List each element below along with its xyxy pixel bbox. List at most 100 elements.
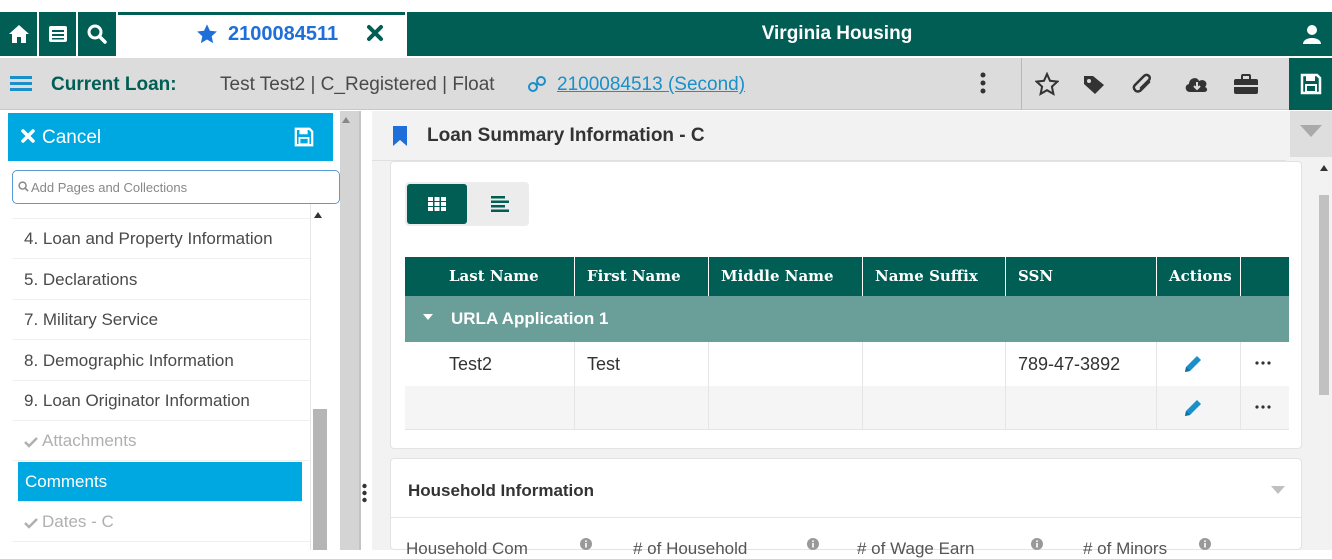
hamburger-menu-icon[interactable] [10, 72, 32, 94]
table-row[interactable] [405, 386, 1289, 430]
nav-item-financial-info[interactable]: 3. Financial Information - Real Est [12, 204, 310, 219]
cell-ssn: 789-47-3892 [1006, 342, 1157, 386]
info-icon[interactable] [580, 538, 592, 550]
briefcase-icon[interactable] [1233, 72, 1259, 96]
col-last-name[interactable]: Last Name [405, 257, 575, 296]
page-list-scroll-thumb[interactable] [313, 409, 327, 550]
list-view-button[interactable] [473, 184, 527, 224]
bookmark-icon [392, 126, 408, 146]
wage-earners-label: # of Wage Earn [857, 539, 975, 558]
group-label: URLA Application 1 [451, 309, 609, 328]
cell-actions [1157, 386, 1241, 430]
check-icon [24, 517, 38, 529]
nav-item-attachments[interactable]: Attachments [12, 421, 310, 461]
col-middle-name[interactable]: Middle Name [709, 257, 863, 296]
app-title-bar: Virginia Housing [407, 12, 1332, 56]
household-title[interactable]: Household Information [408, 481, 594, 501]
grid-view-button[interactable] [407, 184, 467, 224]
cell-actions [1157, 342, 1241, 386]
household-divider [391, 517, 1301, 518]
save-pages-icon[interactable] [294, 127, 314, 147]
loan-tab[interactable]: 2100084511 [118, 12, 405, 56]
nav-item-loan-property[interactable]: 4. Loan and Property Information [12, 219, 310, 259]
panel-splitter[interactable] [340, 111, 372, 550]
scroll-up-icon[interactable] [342, 117, 350, 123]
cell-name-suffix [863, 386, 1006, 430]
group-row[interactable]: URLA Application 1 [405, 296, 1289, 342]
household-card: Household Information Household Com # of… [390, 458, 1302, 558]
nav-item-dates-label: Dates - C [42, 512, 114, 531]
user-menu-button[interactable] [1292, 12, 1332, 56]
current-loan-bar: Current Loan: Test Test2 | C_Registered … [0, 58, 1332, 110]
nav-item-military-service[interactable]: 7. Military Service [12, 300, 310, 340]
more-options-icon[interactable] [980, 72, 986, 94]
minors-label: # of Minors [1083, 539, 1168, 558]
link-icon [527, 74, 547, 94]
page-title: Loan Summary Information - C [427, 125, 705, 146]
nav-item-declarations[interactable]: 5. Declarations [12, 260, 310, 300]
col-actions: Actions [1157, 257, 1241, 296]
cell-first-name: Test [575, 342, 709, 386]
cancel-button[interactable]: Cancel [42, 127, 101, 149]
nav-item-dates[interactable]: Dates - C [12, 502, 310, 542]
linked-loan-link[interactable]: 2100084513 (Second) [557, 74, 745, 96]
col-first-name[interactable]: First Name [575, 257, 709, 296]
check-icon [24, 436, 38, 448]
search-icon [18, 181, 29, 192]
cancel-x-icon[interactable] [20, 128, 36, 144]
info-icon[interactable] [1031, 538, 1043, 550]
nav-item-comments[interactable]: Comments [18, 462, 302, 502]
attachment-icon[interactable] [1132, 72, 1154, 96]
loan-tab-number: 2100084511 [228, 23, 339, 45]
nav-item-attachments-label: Attachments [42, 431, 137, 450]
col-name-suffix[interactable]: Name Suffix [863, 257, 1006, 296]
search-icon [87, 24, 107, 44]
cell-more [1241, 386, 1289, 430]
chevron-down-icon [1300, 125, 1322, 137]
page-list: 3. Financial Information - Real Est 4. L… [12, 204, 310, 550]
collapse-section-button[interactable] [1290, 111, 1332, 157]
star-icon[interactable] [196, 23, 218, 45]
scroll-up-icon[interactable] [314, 212, 322, 218]
col-ssn[interactable]: SSN [1006, 257, 1157, 296]
chevron-down-icon[interactable] [1271, 486, 1285, 494]
borrowers-card: Last Name First Name Middle Name Name Su… [390, 161, 1302, 449]
main-scroll-thumb[interactable] [1319, 195, 1329, 395]
current-loan-value: Test Test2 | C_Registered | Float [220, 74, 495, 95]
more-options-icon[interactable] [1255, 361, 1271, 365]
nav-item-loan-originator[interactable]: 9. Loan Originator Information [12, 381, 310, 421]
table-row[interactable]: Test2 Test 789-47-3892 [405, 342, 1289, 386]
scroll-up-icon[interactable] [1320, 165, 1328, 171]
caret-down-icon[interactable] [423, 314, 433, 320]
close-tab-icon[interactable] [366, 24, 384, 42]
household-composition-label: Household Com [406, 539, 528, 558]
info-icon[interactable] [807, 538, 819, 550]
tags-icon[interactable] [1082, 72, 1108, 96]
pipeline-button[interactable] [39, 12, 76, 56]
splitter-track[interactable] [340, 111, 359, 550]
cancel-bar: Cancel [8, 113, 333, 161]
cloud-download-icon[interactable] [1183, 72, 1211, 96]
grid-header: Last Name First Name Middle Name Name Su… [405, 257, 1289, 296]
edit-pencil-icon[interactable] [1183, 354, 1203, 374]
user-icon [1303, 24, 1321, 44]
page-list-scrollbar[interactable] [310, 204, 330, 550]
drag-handle-icon[interactable] [362, 483, 367, 503]
search-button[interactable] [78, 12, 116, 56]
top-bar: 2100084511 Virginia Housing [0, 0, 1332, 56]
save-loan-button[interactable] [1289, 58, 1332, 110]
cell-first-name [575, 386, 709, 430]
more-options-icon[interactable] [1255, 405, 1271, 409]
save-icon [1300, 73, 1322, 95]
main-content: Loan Summary Information - C Last Name F… [372, 111, 1332, 558]
home-button[interactable] [0, 12, 37, 56]
page-navigator-panel: Cancel Add Pages and Collections 3. Fina… [0, 111, 340, 550]
main-scrollbar[interactable] [1316, 157, 1332, 550]
nav-item-demographic[interactable]: 8. Demographic Information [12, 341, 310, 381]
favorite-star-icon[interactable] [1035, 72, 1059, 96]
cell-last-name [405, 386, 575, 430]
add-pages-search-input[interactable]: Add Pages and Collections [12, 170, 340, 204]
info-icon[interactable] [1199, 538, 1211, 550]
grid-view-icon [428, 197, 446, 211]
edit-pencil-icon[interactable] [1183, 398, 1203, 418]
